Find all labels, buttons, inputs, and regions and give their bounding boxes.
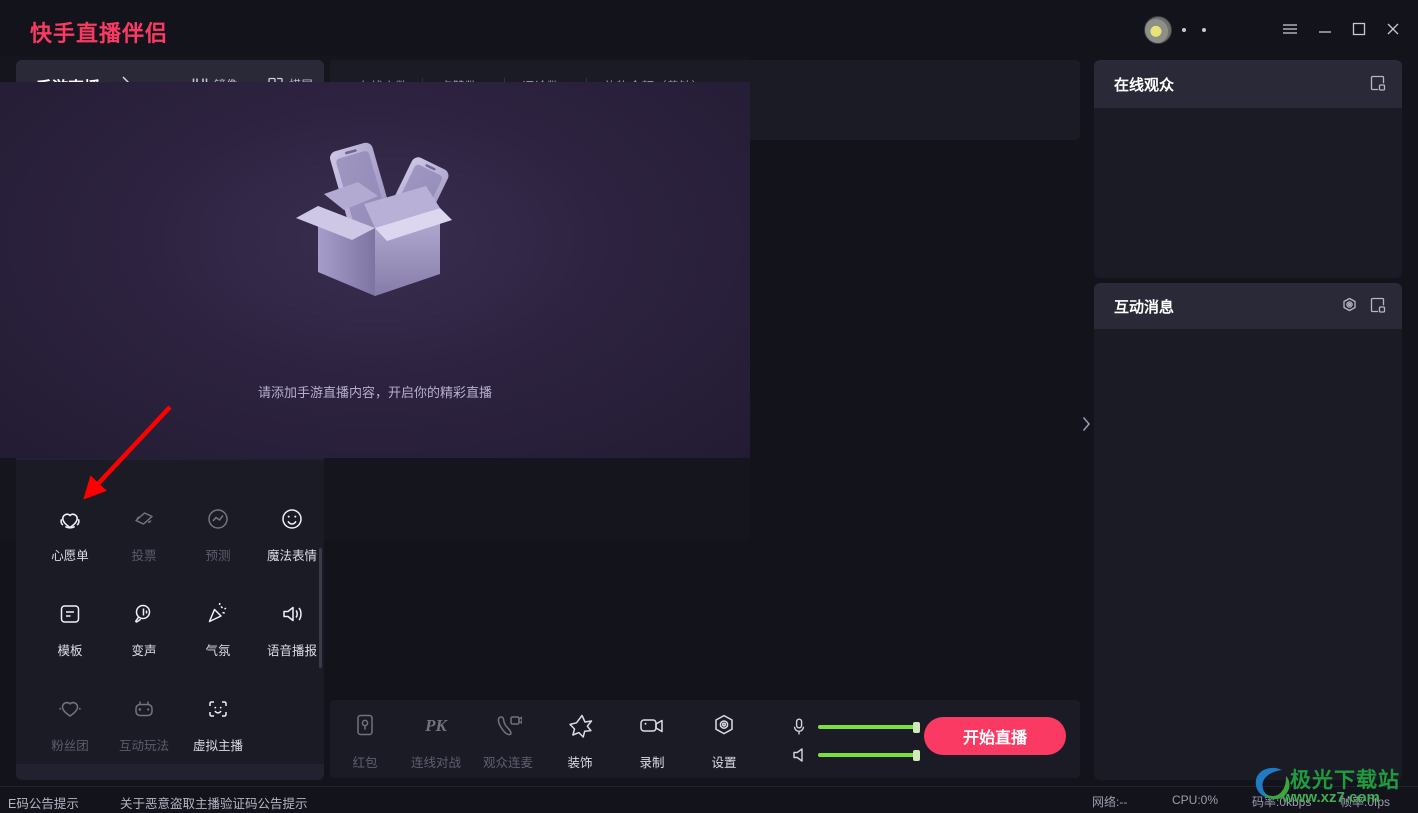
start-live-button[interactable]: 开始直播 <box>924 717 1066 755</box>
close-icon[interactable] <box>1381 18 1405 40</box>
bottom-item-audience-mic[interactable]: 观众连麦 <box>475 710 541 771</box>
status-framerate: 帧率:0fps <box>1340 793 1390 810</box>
status-network: 网络:-- <box>1092 793 1127 810</box>
speaker-icon[interactable] <box>788 747 810 763</box>
bottom-item-decoration[interactable]: 装饰 <box>547 710 613 771</box>
vote-icon <box>130 504 158 534</box>
tool-item-vote[interactable]: 投票 <box>107 504 181 564</box>
tool-label: 语音播报 <box>267 640 317 659</box>
tools-group-label-service: 主播服务 <box>36 776 86 780</box>
popout-icon[interactable] <box>1369 75 1386 97</box>
svg-text:PK: PK <box>424 716 448 735</box>
tool-label: 虚拟主播 <box>193 735 243 754</box>
tool-item-template[interactable]: 模板 <box>33 599 107 659</box>
title-bar: 快手直播伴侣 <box>0 0 1418 56</box>
online-viewers-title: 在线观众 <box>1114 74 1174 95</box>
empty-box-illustration <box>280 136 470 321</box>
bottom-item-label: 设置 <box>711 752 736 771</box>
tools-scrollbar[interactable] <box>319 548 322 668</box>
menu-icon[interactable] <box>1278 18 1302 40</box>
tool-label: 模板 <box>57 640 82 659</box>
tool-label: 互动玩法 <box>119 735 169 754</box>
wishlist-icon <box>56 504 84 534</box>
tool-label: 气氛 <box>205 640 230 659</box>
fan-club-icon <box>56 694 84 724</box>
bottom-item-settings[interactable]: 设置 <box>691 710 757 771</box>
record-icon <box>637 710 667 740</box>
decoration-icon <box>566 710 594 740</box>
virtual-host-icon <box>204 694 232 724</box>
account-dots <box>1180 28 1216 34</box>
tool-item-magic-emoji[interactable]: 魔法表情 <box>255 504 324 564</box>
live-tools-body: 互动玩法 心愿单 投票 <box>16 408 324 780</box>
tool-label: 变声 <box>131 640 156 659</box>
bottom-item-record[interactable]: 录制 <box>619 710 685 771</box>
tool-item-voice-change[interactable]: 变声 <box>107 599 181 659</box>
online-viewers-panel: 在线观众 <box>1094 60 1402 278</box>
bottom-item-label: 连线对战 <box>411 752 461 771</box>
tool-item-virtual-host[interactable]: 虚拟主播 <box>181 694 255 754</box>
stage-empty-hint: 请添加手游直播内容，开启你的精彩直播 <box>0 382 750 401</box>
tool-item-prediction[interactable]: 预测 <box>181 504 255 564</box>
app-window: 快手直播伴侣 手游直播 镜像 <box>0 0 1418 813</box>
pk-icon: PK <box>420 710 452 740</box>
tool-item-interactive[interactable]: 互动玩法 <box>107 694 181 754</box>
video-stage[interactable]: 请添加手游直播内容，开启你的精彩直播 <box>0 82 750 458</box>
chevron-right-icon[interactable] <box>1080 410 1092 438</box>
status-bitrate: 码率:0kbps <box>1252 793 1311 810</box>
bottom-item-label: 录制 <box>639 752 664 771</box>
tool-item-voice-broadcast[interactable]: 语音播报 <box>255 599 324 659</box>
status-bar: E码公告提示 关于恶意盗取主播验证码公告提示 网络:-- CPU:0% 码率:0… <box>0 786 1418 813</box>
online-viewers-header: 在线观众 <box>1094 60 1402 108</box>
interactive-icon <box>130 694 158 724</box>
magic-emoji-icon <box>278 504 306 534</box>
bottom-item-label: 观众连麦 <box>483 752 533 771</box>
notice-marquee-partial[interactable]: E码公告提示 <box>8 793 79 812</box>
interactive-messages-panel: 互动消息 <box>1094 283 1402 780</box>
atmosphere-icon <box>204 599 232 629</box>
popout-icon[interactable] <box>1369 297 1386 319</box>
microphone-icon[interactable] <box>788 718 810 736</box>
bottom-item-label: 装饰 <box>567 752 592 771</box>
bottom-item-label: 红包 <box>352 752 377 771</box>
red-packet-icon <box>352 710 378 740</box>
app-title: 快手直播伴侣 <box>30 16 168 48</box>
settings-icon <box>710 710 738 740</box>
prediction-icon <box>204 504 232 534</box>
tool-item-atmosphere[interactable]: 气氛 <box>181 599 255 659</box>
bottom-item-red-packet[interactable]: 红包 <box>332 710 398 771</box>
tool-label: 粉丝团 <box>51 735 89 754</box>
tool-label: 投票 <box>131 545 156 564</box>
status-cpu: CPU:0% <box>1172 793 1218 807</box>
speaker-volume-slider[interactable] <box>788 747 918 763</box>
mic-slider-track[interactable] <box>818 725 918 729</box>
tool-label: 心愿单 <box>51 545 89 564</box>
bottom-item-pk[interactable]: PK 连线对战 <box>403 710 469 771</box>
minimize-icon[interactable] <box>1313 18 1337 40</box>
audience-mic-icon <box>494 710 522 740</box>
avatar[interactable] <box>1144 16 1172 44</box>
tool-item-fan-club[interactable]: 粉丝团 <box>33 694 107 754</box>
gear-icon[interactable] <box>1341 297 1358 319</box>
mic-volume-slider[interactable] <box>788 718 918 736</box>
tool-label: 预测 <box>205 545 230 564</box>
notice-marquee-full[interactable]: 关于恶意盗取主播验证码公告提示 <box>120 793 308 812</box>
interactive-messages-header: 互动消息 <box>1094 283 1402 329</box>
interactive-messages-title: 互动消息 <box>1114 296 1174 317</box>
maximize-icon[interactable] <box>1347 18 1371 40</box>
voice-change-icon <box>130 599 158 629</box>
tool-label: 魔法表情 <box>267 545 317 564</box>
voice-broadcast-icon <box>278 599 306 629</box>
tool-item-wishlist[interactable]: 心愿单 <box>33 504 107 564</box>
speaker-slider-track[interactable] <box>818 753 918 757</box>
template-icon <box>56 599 84 629</box>
